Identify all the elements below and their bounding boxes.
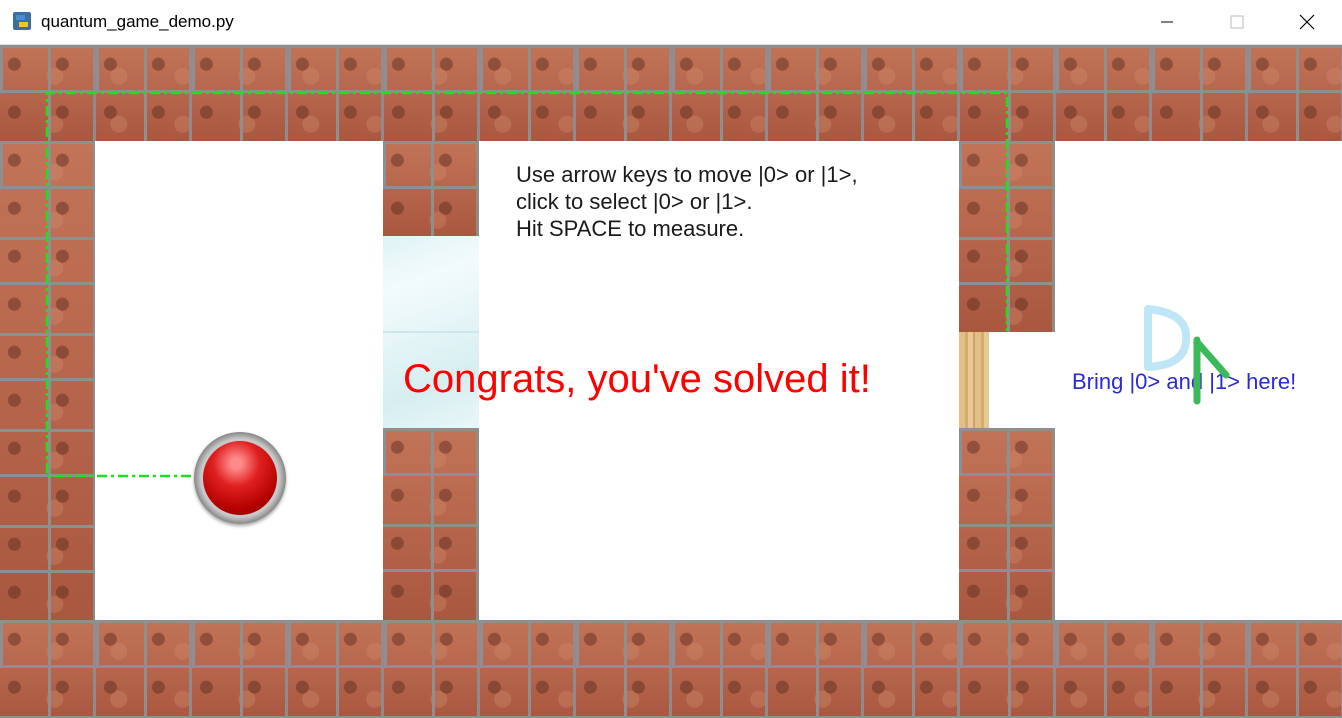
state-one-icon [1193,336,1230,405]
path-dashed-line [45,91,1009,478]
window-title: quantum_game_demo.py [41,12,234,31]
game-canvas[interactable]: Use arrow keys to move |0> or |1>, click… [0,45,1342,718]
close-icon [1299,14,1315,30]
minimize-button[interactable] [1132,0,1202,44]
state-zero-icon [1144,305,1191,371]
python-icon [13,12,31,30]
maximize-button[interactable] [1202,0,1272,44]
title-bar: quantum_game_demo.py [0,0,1342,45]
close-button[interactable] [1272,0,1342,44]
minimize-icon [1161,21,1173,23]
maximize-icon [1230,15,1244,29]
game-overlay [45,91,1230,478]
